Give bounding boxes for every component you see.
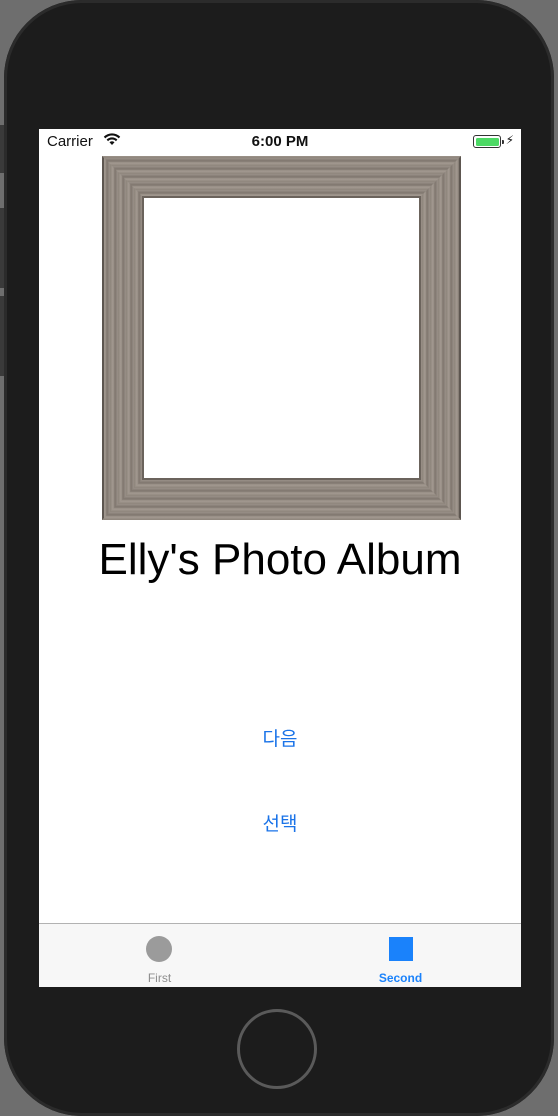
tab-first[interactable]: First: [39, 924, 280, 987]
charging-bolt-icon: ⚡︎: [505, 133, 514, 147]
clock-label: 6:00 PM: [251, 133, 309, 150]
simulator-screen: Carrier 6:00 PM ⚡︎ Elly's Photo Album 다음…: [39, 129, 521, 987]
tab-first-label: First: [147, 971, 172, 985]
tab-second-label: Second: [378, 971, 423, 985]
select-button[interactable]: 선택: [39, 809, 521, 836]
next-button[interactable]: 다음: [39, 724, 521, 751]
home-button[interactable]: [237, 1009, 317, 1089]
photo-frame-image: [102, 156, 461, 520]
frame-top-border: [102, 156, 461, 198]
battery-icon: [473, 135, 504, 148]
status-bar: Carrier 6:00 PM ⚡︎: [39, 129, 521, 155]
tab-second[interactable]: Second: [280, 924, 521, 987]
photo-placeholder: [144, 198, 419, 478]
square-icon: [389, 937, 413, 961]
frame-bottom-border: [102, 478, 461, 520]
album-title: Elly's Photo Album: [98, 535, 462, 584]
circle-icon: [146, 936, 172, 962]
tab-bar: First Second: [39, 923, 521, 987]
